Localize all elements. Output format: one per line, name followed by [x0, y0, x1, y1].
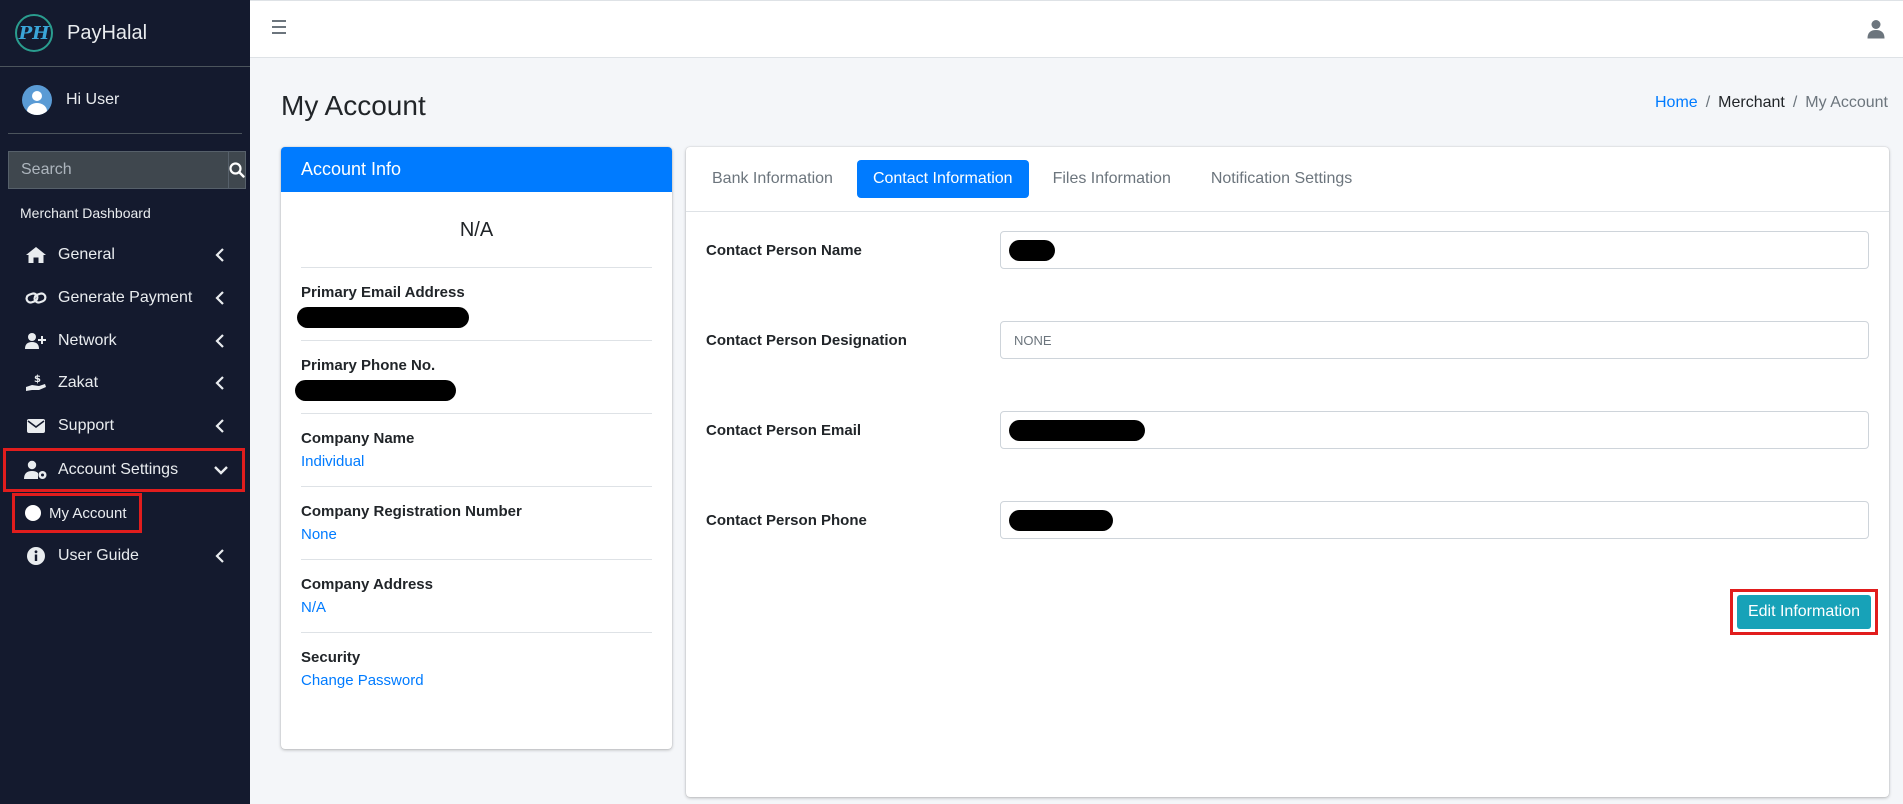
info-row-security: Security Change Password — [301, 632, 652, 705]
brand-logo: PH — [15, 14, 53, 52]
form-label: Contact Person Email — [706, 421, 862, 439]
info-icon — [24, 546, 48, 566]
form-row-contact-email: Contact Person Email — [706, 411, 1869, 449]
sidebar-item-label: Network — [58, 332, 117, 349]
home-icon — [24, 245, 48, 265]
sidebar-item-label: Generate Payment — [58, 289, 193, 306]
sidebar-item-account-settings[interactable]: Account Settings — [3, 448, 245, 492]
sidebar-subitem-my-account[interactable]: My Account — [12, 493, 142, 533]
company-address-value: N/A — [301, 599, 327, 616]
chevron-left-icon — [210, 248, 230, 262]
info-row-registration-number: Company Registration Number None — [301, 486, 652, 559]
user-icon[interactable] — [1867, 19, 1885, 44]
top-navbar — [250, 0, 1903, 58]
menu-toggle-icon[interactable] — [272, 20, 290, 38]
sidebar-item-generate-payment[interactable]: Generate Payment — [8, 279, 242, 317]
redacted-value — [1009, 239, 1055, 261]
sidebar-item-label: Zakat — [58, 374, 99, 391]
sidebar-item-label: Account Settings — [58, 461, 179, 478]
tab-files-information[interactable]: Files Information — [1037, 160, 1187, 198]
search-input[interactable] — [8, 151, 228, 189]
sidebar-subitem-label: My Account — [49, 504, 127, 522]
contact-phone-field[interactable] — [1000, 501, 1869, 539]
page-title: My Account — [281, 90, 426, 121]
chevron-left-icon — [210, 419, 230, 433]
form-row-contact-phone: Contact Person Phone — [706, 501, 1869, 539]
info-row-phone: Primary Phone No. — [295, 340, 652, 413]
redacted-value — [1009, 419, 1145, 441]
info-row-email: Primary Email Address — [297, 267, 652, 340]
breadcrumb-separator: / — [1705, 94, 1711, 111]
breadcrumb-home-link[interactable]: Home — [1655, 94, 1698, 112]
chevron-left-icon — [210, 376, 230, 390]
form-label: Contact Person Designation — [706, 331, 907, 349]
info-label: Company Name — [301, 430, 415, 447]
form-row-contact-name: Contact Person Name — [706, 231, 1869, 269]
form-label: Contact Person Name — [706, 241, 862, 259]
svg-text:$: $ — [34, 374, 41, 385]
tab-contact-information[interactable]: Contact Information — [856, 160, 1029, 198]
user-cog-icon — [24, 460, 48, 480]
form-label: Contact Person Phone — [706, 511, 867, 529]
tab-bank-information[interactable]: Bank Information — [696, 160, 849, 198]
chevron-down-icon — [211, 465, 231, 475]
info-label: Primary Phone No. — [301, 357, 436, 374]
info-label: Company Address — [301, 576, 433, 593]
chevron-left-icon — [210, 291, 230, 305]
edit-information-button[interactable]: Edit Information — [1737, 595, 1871, 629]
breadcrumb-current: My Account — [1805, 94, 1888, 111]
link-icon — [24, 288, 48, 308]
edit-button-highlight: Edit Information — [1730, 589, 1878, 635]
sidebar-item-general[interactable]: General — [8, 236, 242, 274]
details-card: Bank Information Contact Information Fil… — [686, 147, 1889, 797]
brand-link[interactable]: PH PayHalal — [0, 0, 250, 67]
account-name: N/A — [459, 219, 494, 241]
nav-header: Merchant Dashboard — [20, 205, 151, 221]
sidebar-item-support[interactable]: Support — [8, 407, 242, 445]
chevron-left-icon — [210, 334, 230, 348]
redacted-value — [1009, 509, 1113, 531]
sidebar: PH PayHalal Hi User Merchant Dashboard G… — [0, 0, 250, 804]
account-info-card: Account Info N/A Primary Email Address P… — [281, 147, 672, 749]
sidebar-item-label: Support — [58, 417, 115, 434]
company-name-value: Individual — [301, 453, 365, 470]
breadcrumb: Home / Merchant / My Account — [1655, 94, 1888, 112]
info-row-company-name: Company Name Individual — [301, 413, 652, 486]
user-panel[interactable]: Hi User — [8, 67, 242, 134]
registration-number-value: None — [301, 526, 337, 543]
circle-icon — [25, 505, 41, 521]
info-row-company-address: Company Address N/A — [301, 559, 652, 632]
breadcrumb-merchant: Merchant — [1718, 94, 1785, 111]
info-label: Company Registration Number — [301, 503, 522, 520]
redacted-value — [295, 380, 456, 401]
chevron-left-icon — [210, 549, 230, 563]
sidebar-item-label: General — [58, 246, 115, 263]
breadcrumb-separator: / — [1792, 94, 1798, 111]
sidebar-item-zakat[interactable]: $ Zakat — [8, 364, 242, 402]
info-label: Primary Email Address — [301, 284, 465, 301]
contact-name-field[interactable] — [1000, 231, 1869, 269]
tab-notification-settings[interactable]: Notification Settings — [1195, 160, 1368, 198]
search-icon — [229, 162, 245, 178]
info-label: Security — [301, 649, 361, 666]
sidebar-item-label: User Guide — [58, 547, 139, 564]
user-plus-icon — [24, 331, 48, 351]
redacted-value — [297, 307, 469, 328]
brand-name: PayHalal — [67, 21, 148, 44]
contact-designation-field[interactable]: NONE — [1000, 321, 1869, 359]
user-greeting: Hi User — [66, 91, 120, 108]
sidebar-item-network[interactable]: Network — [8, 322, 242, 360]
form-row-contact-designation: Contact Person Designation NONE — [706, 321, 1869, 359]
tab-bar: Bank Information Contact Information Fil… — [686, 147, 1889, 212]
sidebar-search — [8, 151, 246, 189]
sidebar-item-user-guide[interactable]: User Guide — [8, 537, 242, 575]
contact-email-field[interactable] — [1000, 411, 1869, 449]
avatar — [22, 85, 52, 115]
change-password-link[interactable]: Change Password — [301, 672, 424, 689]
hand-coin-icon: $ — [24, 373, 48, 393]
envelope-icon — [24, 416, 48, 436]
account-info-header: Account Info — [281, 147, 672, 192]
search-button[interactable] — [228, 151, 246, 189]
